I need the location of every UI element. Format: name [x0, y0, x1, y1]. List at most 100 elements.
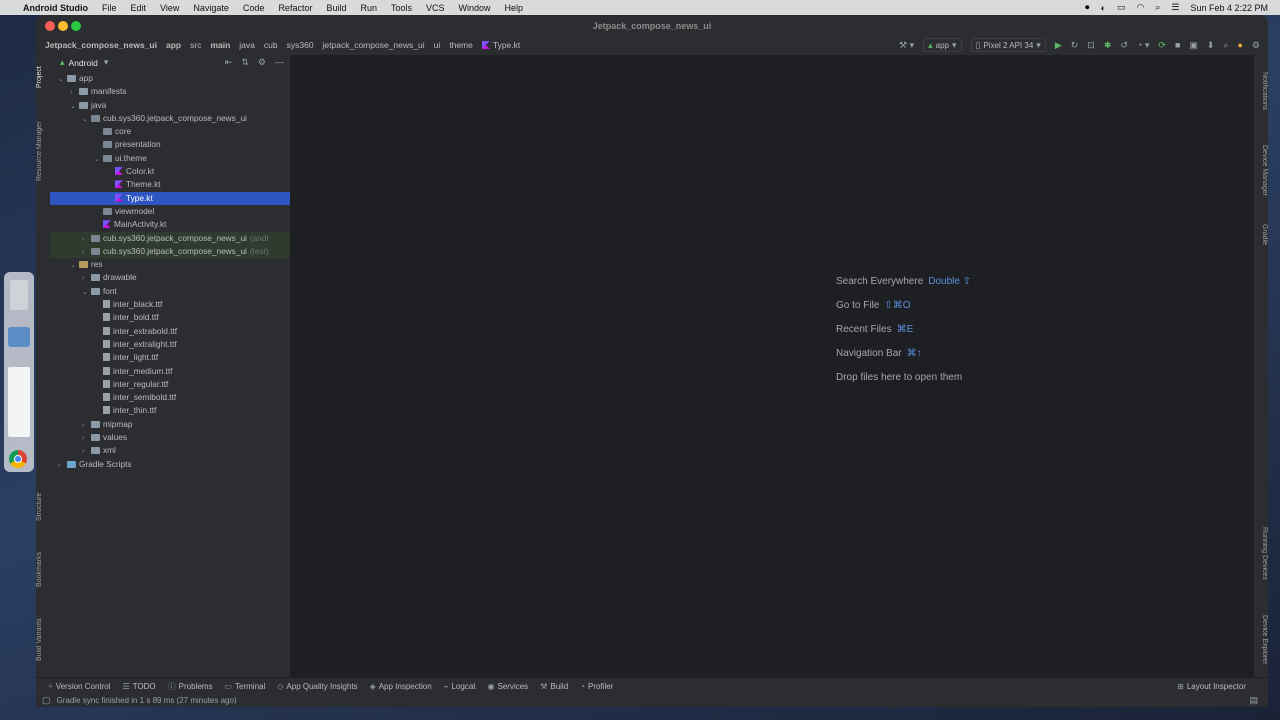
- minimize-window-button[interactable]: [58, 21, 68, 31]
- tool-tab-running-devices[interactable]: Running Devices: [1254, 517, 1268, 589]
- apply-changes-icon[interactable]: ↺: [1120, 40, 1128, 51]
- battery-icon[interactable]: ▭: [1117, 2, 1126, 13]
- chevron-right-icon[interactable]: ›: [82, 419, 91, 432]
- tree-item[interactable]: ⌄ font: [50, 285, 290, 298]
- collapse-all-icon[interactable]: ⇤: [225, 57, 233, 68]
- chrome-icon[interactable]: [9, 450, 27, 468]
- dock-window-preview[interactable]: [8, 367, 30, 437]
- tool-layout-inspector[interactable]: ⊞ Layout Inspector: [1177, 682, 1246, 691]
- breadcrumb-item[interactable]: java: [239, 40, 255, 50]
- gear-icon[interactable]: ⚙: [1252, 40, 1260, 51]
- menu-help[interactable]: Help: [505, 3, 524, 13]
- tree-item[interactable]: › cub.sys360.jetpack_compose_news_ui (test…: [50, 244, 290, 259]
- chevron-down-icon[interactable]: ⌄: [70, 100, 79, 113]
- maximize-window-button[interactable]: [71, 21, 81, 31]
- chevron-right-icon[interactable]: ›: [82, 233, 91, 246]
- menu-window[interactable]: Window: [459, 3, 491, 13]
- editor-empty-area[interactable]: Search Everywhere Double ⇧ Go to File ⇧⌘O …: [291, 55, 1254, 683]
- panel-toggle-icon[interactable]: ▢: [42, 695, 51, 706]
- hide-panel-icon[interactable]: —: [275, 57, 284, 68]
- chevron-down-icon[interactable]: ⌄: [58, 73, 67, 86]
- breadcrumb-item[interactable]: Jetpack_compose_news_ui: [45, 40, 157, 50]
- tool-tab-notifications[interactable]: Notifications: [1254, 61, 1268, 121]
- tree-item[interactable]: core: [50, 125, 290, 138]
- breadcrumb-item[interactable]: ui: [434, 40, 441, 50]
- tree-item[interactable]: ⌄ res: [50, 258, 290, 271]
- control-icon[interactable]: ◐: [1101, 3, 1106, 13]
- chevron-down-icon[interactable]: ⌄: [70, 259, 79, 272]
- updates-icon[interactable]: ●: [1237, 40, 1242, 50]
- breadcrumb-item[interactable]: theme: [449, 40, 473, 50]
- breadcrumb-item[interactable]: src: [190, 40, 201, 50]
- dock-app-thumbnail[interactable]: [8, 327, 30, 347]
- tree-item[interactable]: ⌄ ui.theme: [50, 152, 290, 165]
- hammer-icon[interactable]: ⚒ ▾: [899, 40, 914, 51]
- menu-tools[interactable]: Tools: [391, 3, 412, 13]
- tool-version-control[interactable]: ⑂ Version Control: [48, 682, 111, 691]
- attach-icon[interactable]: ⊡: [1087, 40, 1095, 51]
- tree-item[interactable]: inter_bold.ttf: [50, 311, 290, 324]
- stop-icon[interactable]: ■: [1175, 40, 1180, 50]
- tree-item[interactable]: inter_regular.ttf: [50, 378, 290, 391]
- menu-edit[interactable]: Edit: [131, 3, 147, 13]
- chevron-right-icon[interactable]: ›: [70, 86, 79, 99]
- tree-item[interactable]: ⌄ cub.sys360.jetpack_compose_news_ui: [50, 112, 290, 125]
- tree-item[interactable]: Color.kt: [50, 165, 290, 178]
- breadcrumb-item[interactable]: app: [166, 40, 181, 50]
- tool-problems[interactable]: ⓘ Problems: [168, 681, 213, 692]
- tree-item[interactable]: inter_semibold.ttf: [50, 391, 290, 404]
- chevron-down-icon[interactable]: ▾: [104, 57, 109, 68]
- close-window-button[interactable]: [45, 21, 55, 31]
- rerun-icon[interactable]: ↻: [1071, 40, 1079, 51]
- tree-item[interactable]: inter_thin.ttf: [50, 404, 290, 417]
- tool-app-inspection[interactable]: ◈ App Inspection: [370, 682, 432, 691]
- dock-app-thumbnail[interactable]: [10, 280, 28, 310]
- chevron-down-icon[interactable]: ⌄: [82, 286, 91, 299]
- breadcrumb-item[interactable]: jetpack_compose_news_ui: [323, 40, 425, 50]
- device-manager-icon[interactable]: ▣: [1189, 40, 1198, 51]
- tree-item[interactable]: inter_black.ttf: [50, 298, 290, 311]
- chevron-right-icon[interactable]: ›: [82, 272, 91, 285]
- expand-all-icon[interactable]: ⇅: [241, 57, 249, 68]
- spotlight-icon[interactable]: ⌕: [1155, 2, 1160, 13]
- tool-terminal[interactable]: ▭ Terminal: [224, 682, 265, 691]
- tool-tab-build-variants[interactable]: Build Variants: [36, 610, 50, 670]
- tree-item[interactable]: inter_medium.ttf: [50, 365, 290, 378]
- tree-item[interactable]: Theme.kt: [50, 178, 290, 191]
- menu-view[interactable]: View: [160, 3, 179, 13]
- chevron-down-icon[interactable]: ⌄: [82, 113, 91, 126]
- tool-tab-structure[interactable]: Structure: [36, 487, 50, 527]
- breadcrumb-item[interactable]: sys360: [287, 40, 314, 50]
- tool-todo[interactable]: ☰ TODO: [123, 682, 156, 691]
- profile-icon[interactable]: ◔ ▾: [1137, 40, 1149, 51]
- tree-item[interactable]: viewmodel: [50, 205, 290, 218]
- gear-icon[interactable]: ⚙: [258, 57, 266, 68]
- tool-tab-gradle[interactable]: Gradle: [1254, 217, 1268, 253]
- chevron-right-icon[interactable]: ›: [82, 445, 91, 458]
- menu-code[interactable]: Code: [243, 3, 265, 13]
- tool-logcat[interactable]: ⌁ Logcat: [444, 682, 476, 691]
- chevron-right-icon[interactable]: ›: [82, 246, 91, 259]
- tree-item[interactable]: inter_extrabold.ttf: [50, 325, 290, 338]
- tree-item[interactable]: MainActivity.kt: [50, 218, 290, 231]
- menu-build[interactable]: Build: [326, 3, 346, 13]
- menu-clock[interactable]: Sun Feb 4 2:22 PM: [1190, 3, 1268, 13]
- chevron-down-icon[interactable]: ⌄: [94, 153, 103, 166]
- tool-tab-bookmarks[interactable]: Bookmarks: [36, 545, 50, 593]
- chevron-right-icon[interactable]: ›: [82, 432, 91, 445]
- menu-refactor[interactable]: Refactor: [278, 3, 312, 13]
- tool-services[interactable]: ◉ Services: [488, 682, 529, 691]
- tree-item[interactable]: › drawable: [50, 271, 290, 284]
- memory-indicator-icon[interactable]: ▤: [1249, 695, 1258, 706]
- tree-item[interactable]: presentation: [50, 138, 290, 151]
- project-view-mode[interactable]: Android: [69, 58, 98, 68]
- tool-tab-resource-manager[interactable]: Resource Manager: [36, 111, 50, 191]
- tree-item[interactable]: inter_light.ttf: [50, 351, 290, 364]
- menu-run[interactable]: Run: [360, 3, 377, 13]
- debug-icon[interactable]: ✱: [1104, 40, 1112, 51]
- tree-item[interactable]: ⌄ app: [50, 72, 290, 85]
- breadcrumb-item[interactable]: main: [210, 40, 230, 50]
- tree-item[interactable]: inter_extralight.ttf: [50, 338, 290, 351]
- tree-item[interactable]: › xml: [50, 444, 290, 457]
- tree-item[interactable]: › mipmap: [50, 418, 290, 431]
